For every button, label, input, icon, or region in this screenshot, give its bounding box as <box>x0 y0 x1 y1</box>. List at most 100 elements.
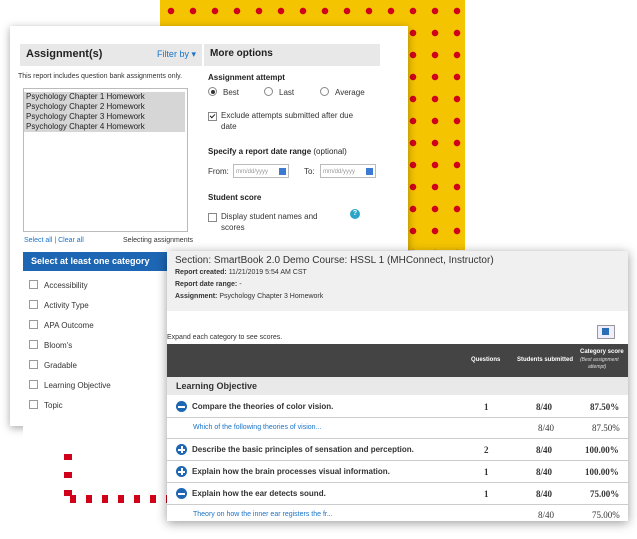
from-label: From: <box>208 167 229 176</box>
collapse-icon[interactable] <box>176 401 187 412</box>
checkbox-icon[interactable] <box>29 300 38 310</box>
score-value: 87.50% <box>590 402 620 412</box>
objective-title: Compare the theories of color vision. <box>192 402 334 411</box>
caret-down-icon: ▾ <box>191 49 196 59</box>
report-date-range: Report date range: - <box>175 281 242 288</box>
calendar-icon[interactable] <box>279 168 286 175</box>
expand-note: Expand each category to see scores. <box>167 334 283 341</box>
score-value: 100.00% <box>585 445 619 455</box>
checkbox-icon[interactable] <box>29 360 38 370</box>
students-value: 8/40 <box>536 467 553 477</box>
exclude-late-checkbox[interactable] <box>208 112 217 121</box>
calendar-icon[interactable] <box>366 168 373 175</box>
to-label: To: <box>304 167 315 176</box>
table-row[interactable]: Explain how the brain processes visual i… <box>167 460 628 483</box>
checkbox-icon[interactable] <box>29 380 38 390</box>
to-date-input[interactable]: mm/dd/yyyy <box>320 164 376 178</box>
col-category-score: Category score <box>580 349 624 355</box>
col-category-score-sub-1: (Best assignment <box>580 357 619 363</box>
section-title: Section: SmartBook 2.0 Demo Course: HSSL… <box>175 255 494 266</box>
help-icon[interactable]: ? <box>350 209 360 219</box>
checkbox-icon[interactable] <box>29 280 38 290</box>
col-students-submitted: Students submitted <box>517 357 574 363</box>
questions-value: 1 <box>484 489 489 499</box>
excel-glyph <box>602 328 609 335</box>
category-option-accessibility[interactable]: Accessibility <box>29 280 88 290</box>
table-subrow: Which of the following theories of visio… <box>167 417 628 439</box>
expand-icon[interactable] <box>176 444 187 455</box>
category-option-gradable[interactable]: Gradable <box>29 360 77 370</box>
exclude-late-label-line2: date <box>221 122 237 131</box>
objective-title: Explain how the brain processes visual i… <box>192 467 390 476</box>
selecting-assignments-note: Selecting assignments <box>123 237 194 244</box>
display-names-label-line1: Display student names and <box>221 212 318 221</box>
attempt-radio-average[interactable]: Average <box>320 87 365 97</box>
assignments-header: Assignment(s) Filter by ▾ <box>20 44 202 66</box>
filter-by-dropdown[interactable]: Filter by ▾ <box>157 49 196 60</box>
assignment-option[interactable]: Psychology Chapter 3 Homework <box>24 112 185 122</box>
more-options-title: More options <box>210 48 273 59</box>
question-link[interactable]: Which of the following theories of visio… <box>193 424 321 431</box>
score-value: 75.00% <box>590 489 620 499</box>
attempt-radio-last[interactable]: Last <box>264 87 294 97</box>
category-option-apa-outcome[interactable]: APA Outcome <box>29 320 94 330</box>
checkbox-icon[interactable] <box>29 340 38 350</box>
questions-value: 1 <box>484 402 489 412</box>
radio-selected-icon[interactable] <box>208 87 217 97</box>
table-row[interactable]: Compare the theories of color vision. 1 … <box>167 395 628 418</box>
report-assignment: Assignment: Psychology Chapter 3 Homewor… <box>175 293 324 300</box>
attempt-radio-best[interactable]: Best <box>208 87 239 97</box>
excel-export-icon[interactable] <box>597 325 615 339</box>
checkbox-icon[interactable] <box>29 320 38 330</box>
objective-title: Describe the basic principles of sensati… <box>192 445 414 454</box>
select-all-clear-all-links[interactable]: Select all | Clear all <box>24 237 84 244</box>
table-row[interactable]: Describe the basic principles of sensati… <box>167 438 628 461</box>
score-value: 87.50% <box>592 423 620 433</box>
radio-icon[interactable] <box>264 87 273 97</box>
date-range-label: Specify a report date range (optional) <box>208 147 347 156</box>
question-bank-note: This report includes question bank assig… <box>18 73 183 80</box>
category-group-row: Learning Objective <box>167 377 628 395</box>
objective-title: Explain how the ear detects sound. <box>192 489 326 498</box>
assignment-attempt-label: Assignment attempt <box>208 73 285 82</box>
radio-icon[interactable] <box>320 87 329 97</box>
students-value: 8/40 <box>538 423 555 433</box>
report-results-panel: Section: SmartBook 2.0 Demo Course: HSSL… <box>167 251 628 521</box>
students-value: 8/40 <box>536 489 553 499</box>
table-row[interactable]: Explain how the ear detects sound. 1 8/4… <box>167 482 628 505</box>
report-created: Report created: 11/21/2019 5:54 AM CST <box>175 269 307 276</box>
score-value: 100.00% <box>585 467 619 477</box>
assignments-title: Assignment(s) <box>26 48 103 60</box>
decorative-red-dots-horizontal <box>70 495 170 503</box>
category-option-topic[interactable]: Topic <box>29 400 63 410</box>
col-category-score-sub-2: attempt) <box>588 364 607 370</box>
category-name: Learning Objective <box>176 381 258 391</box>
category-option-learning-objective[interactable]: Learning Objective <box>29 380 111 390</box>
questions-value: 1 <box>484 467 489 477</box>
expand-icon[interactable] <box>176 466 187 477</box>
question-link[interactable]: Theory on how the inner ear registers th… <box>193 511 333 518</box>
report-info-header: Section: SmartBook 2.0 Demo Course: HSSL… <box>167 251 628 311</box>
student-score-label: Student score <box>208 193 262 202</box>
checkbox-icon[interactable] <box>29 400 38 410</box>
exclude-late-label-line1: Exclude attempts submitted after due <box>221 111 354 120</box>
table-header: Questions Students submitted Category sc… <box>167 344 628 377</box>
collapse-icon[interactable] <box>176 488 187 499</box>
table-subrow: Theory on how the inner ear registers th… <box>167 504 628 521</box>
assignment-option[interactable]: Psychology Chapter 2 Homework <box>24 102 185 112</box>
assignment-option[interactable]: Psychology Chapter 4 Homework <box>24 122 185 132</box>
category-option-activity-type[interactable]: Activity Type <box>29 300 89 310</box>
more-options-header: More options <box>204 44 380 66</box>
from-date-input[interactable]: mm/dd/yyyy <box>233 164 289 178</box>
display-names-label-line2: scores <box>221 223 245 232</box>
students-value: 8/40 <box>536 402 553 412</box>
assignment-option[interactable]: Psychology Chapter 1 Homework <box>24 92 185 102</box>
col-questions: Questions <box>471 357 501 363</box>
students-value: 8/40 <box>538 510 555 520</box>
display-names-checkbox[interactable] <box>208 213 217 222</box>
questions-value: 2 <box>484 445 489 455</box>
assignments-listbox[interactable]: Psychology Chapter 1 Homework Psychology… <box>23 88 188 232</box>
category-option-blooms[interactable]: Bloom's <box>29 340 72 350</box>
score-value: 75.00% <box>592 510 620 520</box>
students-value: 8/40 <box>536 445 553 455</box>
